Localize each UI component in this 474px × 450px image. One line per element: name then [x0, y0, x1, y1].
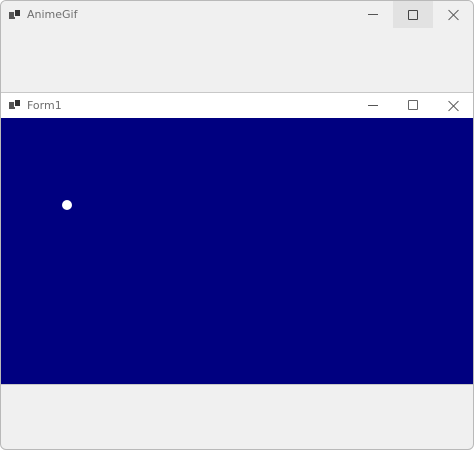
form1-minimize-button[interactable] [353, 93, 393, 117]
app-window-icon [9, 8, 21, 21]
form1-client-area[interactable] [1, 118, 473, 384]
maximize-button[interactable] [393, 1, 433, 28]
minimize-button[interactable] [353, 1, 393, 28]
form1-window: Form1 [1, 92, 473, 385]
close-icon [448, 100, 459, 111]
animegif-window: AnimeGif Form1 [0, 0, 474, 450]
window-title: AnimeGif [27, 8, 78, 21]
form1-close-button[interactable] [433, 93, 473, 117]
minimize-icon [368, 14, 378, 15]
minimize-icon [368, 104, 378, 106]
maximize-icon [408, 100, 418, 110]
maximize-icon [408, 9, 418, 20]
form1-title: Form1 [27, 98, 62, 112]
close-icon [448, 9, 459, 20]
form1-titlebar[interactable]: Form1 [1, 93, 473, 117]
animated-ball [62, 200, 72, 210]
app-window-icon [9, 99, 21, 111]
form1-caption-buttons [353, 93, 473, 117]
animegif-titlebar[interactable]: AnimeGif [1, 1, 473, 28]
close-button[interactable] [433, 1, 473, 28]
form1-maximize-button[interactable] [393, 93, 433, 117]
caption-buttons [353, 1, 473, 28]
